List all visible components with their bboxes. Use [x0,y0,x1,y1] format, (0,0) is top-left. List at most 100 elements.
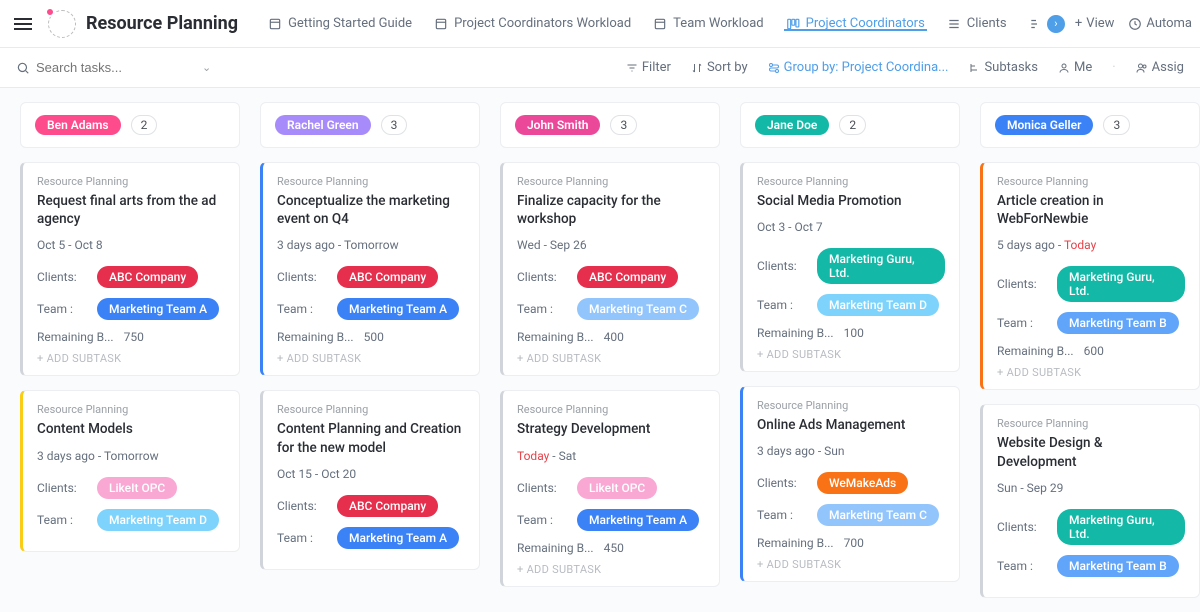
tabs-scroll-right-icon[interactable]: › [1047,15,1065,33]
card-title: Article creation in WebForNewbie [997,192,1185,228]
add-view-button[interactable]: +View [1075,16,1115,31]
tab-activity-gantt[interactable]: Activity Gantt [1019,16,1037,31]
task-card[interactable]: Resource PlanningContent Models3 days ag… [20,390,240,551]
client-chip[interactable]: Marketing Guru, Ltd. [1057,509,1185,545]
column-header[interactable]: Rachel Green 3 [260,102,480,148]
filter-icon [626,62,638,74]
tab-project-coordinators-workload[interactable]: Project Coordinators Workload [424,16,641,31]
task-card[interactable]: Resource PlanningSocial Media PromotionO… [740,162,960,372]
client-chip[interactable]: ABC Company [577,266,678,288]
card-date-range: Today - Sat [517,449,705,463]
remaining-value: 750 [124,330,144,344]
client-chip[interactable]: Marketing Guru, Ltd. [1057,266,1185,302]
add-subtask-button[interactable]: + ADD SUBTASK [757,348,945,361]
column-header[interactable]: John Smith 3 [500,102,720,148]
card-project-name: Resource Planning [517,175,705,188]
card-project-name: Resource Planning [277,175,465,188]
task-card[interactable]: Resource PlanningOnline Ads Management3 … [740,386,960,582]
clients-label: Clients: [517,481,565,495]
team-chip[interactable]: Marketing Team A [577,509,699,531]
team-chip[interactable]: Marketing Team A [97,298,219,320]
group-icon [768,62,780,74]
task-count-badge: 3 [610,115,637,135]
add-subtask-button[interactable]: + ADD SUBTASK [37,352,225,365]
client-chip[interactable]: ABC Company [97,266,198,288]
search-icon [16,61,30,75]
client-chip[interactable]: ABC Company [337,495,438,517]
client-chip[interactable]: LikeIt OPC [577,477,657,499]
card-project-name: Resource Planning [517,403,705,416]
card-project-name: Resource Planning [37,403,225,416]
assignee-pill: Monica Geller [995,115,1093,135]
task-card[interactable]: Resource PlanningContent Planning and Cr… [260,390,480,569]
chevron-down-icon[interactable]: ⌄ [202,61,211,74]
team-chip[interactable]: Marketing Team C [577,298,699,320]
me-button[interactable]: Me [1058,60,1092,75]
card-date-range: 3 days ago - Tomorrow [277,238,465,252]
hamburger-menu-icon[interactable] [8,12,38,36]
assignee-pill: John Smith [515,115,600,135]
clients-label: Clients: [757,476,805,490]
task-card[interactable]: Resource PlanningWebsite Design & Develo… [980,404,1200,597]
team-chip[interactable]: Marketing Team A [337,527,459,549]
add-subtask-button[interactable]: + ADD SUBTASK [997,366,1185,379]
add-subtask-button[interactable]: + ADD SUBTASK [757,558,945,571]
assignees-button[interactable]: Assig [1136,60,1184,75]
remaining-value: 500 [364,330,384,344]
group-by-button[interactable]: Group by: Project Coordina... [768,60,949,75]
add-subtask-button[interactable]: + ADD SUBTASK [517,352,705,365]
card-date-range: 5 days ago - Today [997,238,1185,252]
task-card[interactable]: Resource PlanningFinalize capacity for t… [500,162,720,376]
team-label: Team : [997,316,1045,330]
task-count-badge: 3 [381,115,408,135]
task-card[interactable]: Resource PlanningConceptualize the marke… [260,162,480,376]
column-header[interactable]: Jane Doe2 [740,102,960,148]
toolbar: ⌄ Filter Sort by Group by: Project Coord… [0,48,1200,88]
add-subtask-button[interactable]: + ADD SUBTASK [277,352,465,365]
team-label: Team : [277,302,325,316]
tab-team-workload[interactable]: Team Workload [643,16,773,31]
automations-icon [1128,17,1142,31]
team-chip[interactable]: Marketing Team B [1057,555,1179,577]
board-column: Jane Doe2 Resource PlanningSocial Media P… [740,102,960,598]
sort-button[interactable]: Sort by [691,60,748,75]
filter-button[interactable]: Filter [626,60,671,75]
remaining-label: Remaining B... [277,330,354,344]
column-header[interactable]: Monica Geller3 [980,102,1200,148]
remaining-value: 600 [1084,344,1104,358]
board-column: John Smith 3 Resource PlanningFinalize cap… [500,102,720,598]
client-chip[interactable]: LikeIt OPC [97,477,177,499]
client-chip[interactable]: WeMakeAds [817,472,908,494]
search-input[interactable] [36,60,176,75]
team-chip[interactable]: Marketing Team D [817,294,939,316]
card-date-range: Wed - Sep 26 [517,238,705,252]
team-label: Team : [757,298,805,312]
client-chip[interactable]: Marketing Guru, Ltd. [817,248,945,284]
team-chip[interactable]: Marketing Team A [337,298,459,320]
team-chip[interactable]: Marketing Team B [1057,312,1179,334]
column-header[interactable]: Ben Adams2 [20,102,240,148]
tab-label: Project Coordinators Workload [454,16,631,31]
card-title: Website Design & Development [997,434,1185,470]
tab-project-coordinators[interactable]: Project Coordinators [776,16,935,31]
page-title: Resource Planning [86,13,238,34]
task-card[interactable]: Resource PlanningArticle creation in Web… [980,162,1200,390]
team-chip[interactable]: Marketing Team C [817,504,939,526]
team-label: Team : [277,531,325,545]
tab-clients[interactable]: Clients [937,16,1017,31]
clients-label: Clients: [997,520,1045,534]
subtasks-button[interactable]: Subtasks [968,60,1038,75]
remaining-label: Remaining B... [757,536,834,550]
team-label: Team : [517,513,565,527]
client-chip[interactable]: ABC Company [337,266,438,288]
tab-getting-started-guide[interactable]: Getting Started Guide [258,16,422,31]
add-subtask-button[interactable]: + ADD SUBTASK [517,563,705,576]
automations-button[interactable]: Automa [1128,16,1192,31]
task-card[interactable]: Resource PlanningStrategy DevelopmentTod… [500,390,720,586]
board-column: Monica Geller3 Resource PlanningArticle c… [980,102,1200,598]
assignee-pill: Rachel Green [275,115,371,135]
team-label: Team : [757,508,805,522]
task-card[interactable]: Resource PlanningRequest final arts from… [20,162,240,376]
space-icon[interactable] [48,10,76,38]
team-chip[interactable]: Marketing Team D [97,509,219,531]
